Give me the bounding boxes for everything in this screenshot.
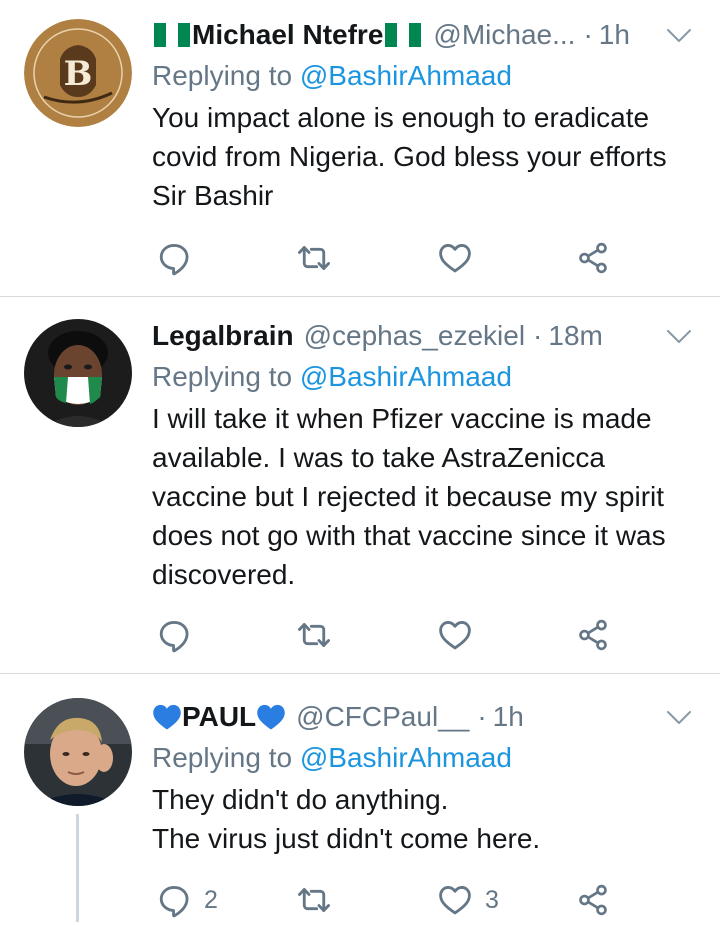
- tweet-header: PAUL @CFCPaul__ · 1h: [152, 696, 696, 738]
- user-handle[interactable]: @CFCPaul__: [296, 701, 469, 733]
- share-icon: [576, 618, 610, 652]
- timestamp[interactable]: 1h: [493, 701, 524, 733]
- display-name[interactable]: Legalbrain: [152, 320, 294, 352]
- display-name-text: Legalbrain: [152, 320, 294, 351]
- replying-to-label: Replying to: [152, 742, 293, 773]
- retweet-button[interactable]: [296, 615, 344, 655]
- display-name[interactable]: PAUL: [152, 701, 286, 733]
- display-name[interactable]: Michael Ntefre: [152, 19, 423, 51]
- separator-dot: ·: [477, 701, 487, 732]
- reply-tweet[interactable]: PAUL @CFCPaul__ · 1h Replying to @Bashir…: [0, 674, 720, 925]
- share-button[interactable]: [576, 238, 610, 278]
- tweet-actions: [152, 615, 632, 655]
- retweet-icon: [296, 617, 332, 653]
- mention-link[interactable]: @BashirAhmaad: [300, 742, 512, 773]
- tweet-text: They didn't do anything. The virus just …: [152, 784, 541, 854]
- like-icon: [437, 240, 473, 276]
- reply-button[interactable]: 2: [156, 880, 218, 920]
- like-button[interactable]: 3: [437, 880, 499, 920]
- replying-to: Replying to @BashirAhmaad: [152, 357, 696, 397]
- avatar[interactable]: B: [24, 19, 132, 127]
- blue-heart-emoji: [256, 703, 286, 731]
- replying-to: Replying to @BashirAhmaad: [152, 56, 696, 96]
- share-button[interactable]: [576, 880, 610, 920]
- tweet-header: Legalbrain @cephas_ezekiel · 18m: [152, 315, 696, 357]
- avatar[interactable]: [24, 319, 132, 427]
- timestamp[interactable]: 18m: [548, 320, 602, 352]
- timestamp[interactable]: 1h: [599, 19, 630, 51]
- like-icon: [437, 617, 473, 653]
- tweet-actions: [152, 238, 632, 278]
- replying-to-label: Replying to: [152, 361, 293, 392]
- replying-to-label: Replying to: [152, 60, 293, 91]
- tweet-header: Michael Ntefre @Michae... · 1h: [152, 14, 696, 56]
- separator-dot: ·: [533, 320, 543, 351]
- avatar[interactable]: [24, 698, 132, 806]
- like-count: 3: [485, 885, 499, 914]
- retweet-button[interactable]: [296, 880, 344, 920]
- reply-count: 2: [204, 885, 218, 914]
- share-icon: [576, 241, 610, 275]
- chevron-down-icon[interactable]: [666, 327, 692, 347]
- share-button[interactable]: [576, 615, 610, 655]
- user-handle[interactable]: @cephas_ezekiel: [304, 320, 525, 352]
- reply-feed: B Michael Ntefre @Michae... · 1h Replyin…: [0, 0, 720, 925]
- chevron-down-icon[interactable]: [666, 708, 692, 728]
- replying-to: Replying to @BashirAhmaad: [152, 738, 696, 778]
- retweet-icon: [296, 240, 332, 276]
- nigeria-flag-emoji: [154, 23, 190, 47]
- reply-tweet[interactable]: B Michael Ntefre @Michae... · 1h Replyin…: [0, 0, 720, 296]
- reply-icon: [156, 617, 192, 653]
- retweet-icon: [296, 882, 332, 918]
- reply-button[interactable]: [156, 238, 204, 278]
- display-name-text: Michael Ntefre: [192, 19, 384, 50]
- reply-icon: [156, 882, 192, 918]
- mention-link[interactable]: @BashirAhmaad: [300, 60, 512, 91]
- thread-line: [76, 814, 79, 922]
- like-button[interactable]: [437, 238, 485, 278]
- like-icon: [437, 882, 473, 918]
- svg-text:B: B: [64, 54, 93, 94]
- nigeria-flag-emoji: [385, 23, 421, 47]
- user-handle[interactable]: @Michae...: [433, 19, 575, 51]
- separator-dot: ·: [583, 19, 593, 50]
- retweet-button[interactable]: [296, 238, 344, 278]
- tweet-actions: 2 3: [152, 880, 632, 920]
- reply-button[interactable]: [156, 615, 204, 655]
- tweet-text: I will take it when Pfizer vaccine is ma…: [152, 403, 666, 590]
- chevron-down-icon[interactable]: [666, 26, 692, 46]
- mention-link[interactable]: @BashirAhmaad: [300, 361, 512, 392]
- tweet-text: You impact alone is enough to eradicate …: [152, 102, 667, 211]
- blue-heart-emoji: [152, 703, 182, 731]
- share-icon: [576, 883, 610, 917]
- reply-icon: [156, 240, 192, 276]
- like-button[interactable]: [437, 615, 485, 655]
- reply-tweet[interactable]: Legalbrain @cephas_ezekiel · 18m Replyin…: [0, 297, 720, 673]
- display-name-text: PAUL: [182, 701, 257, 732]
